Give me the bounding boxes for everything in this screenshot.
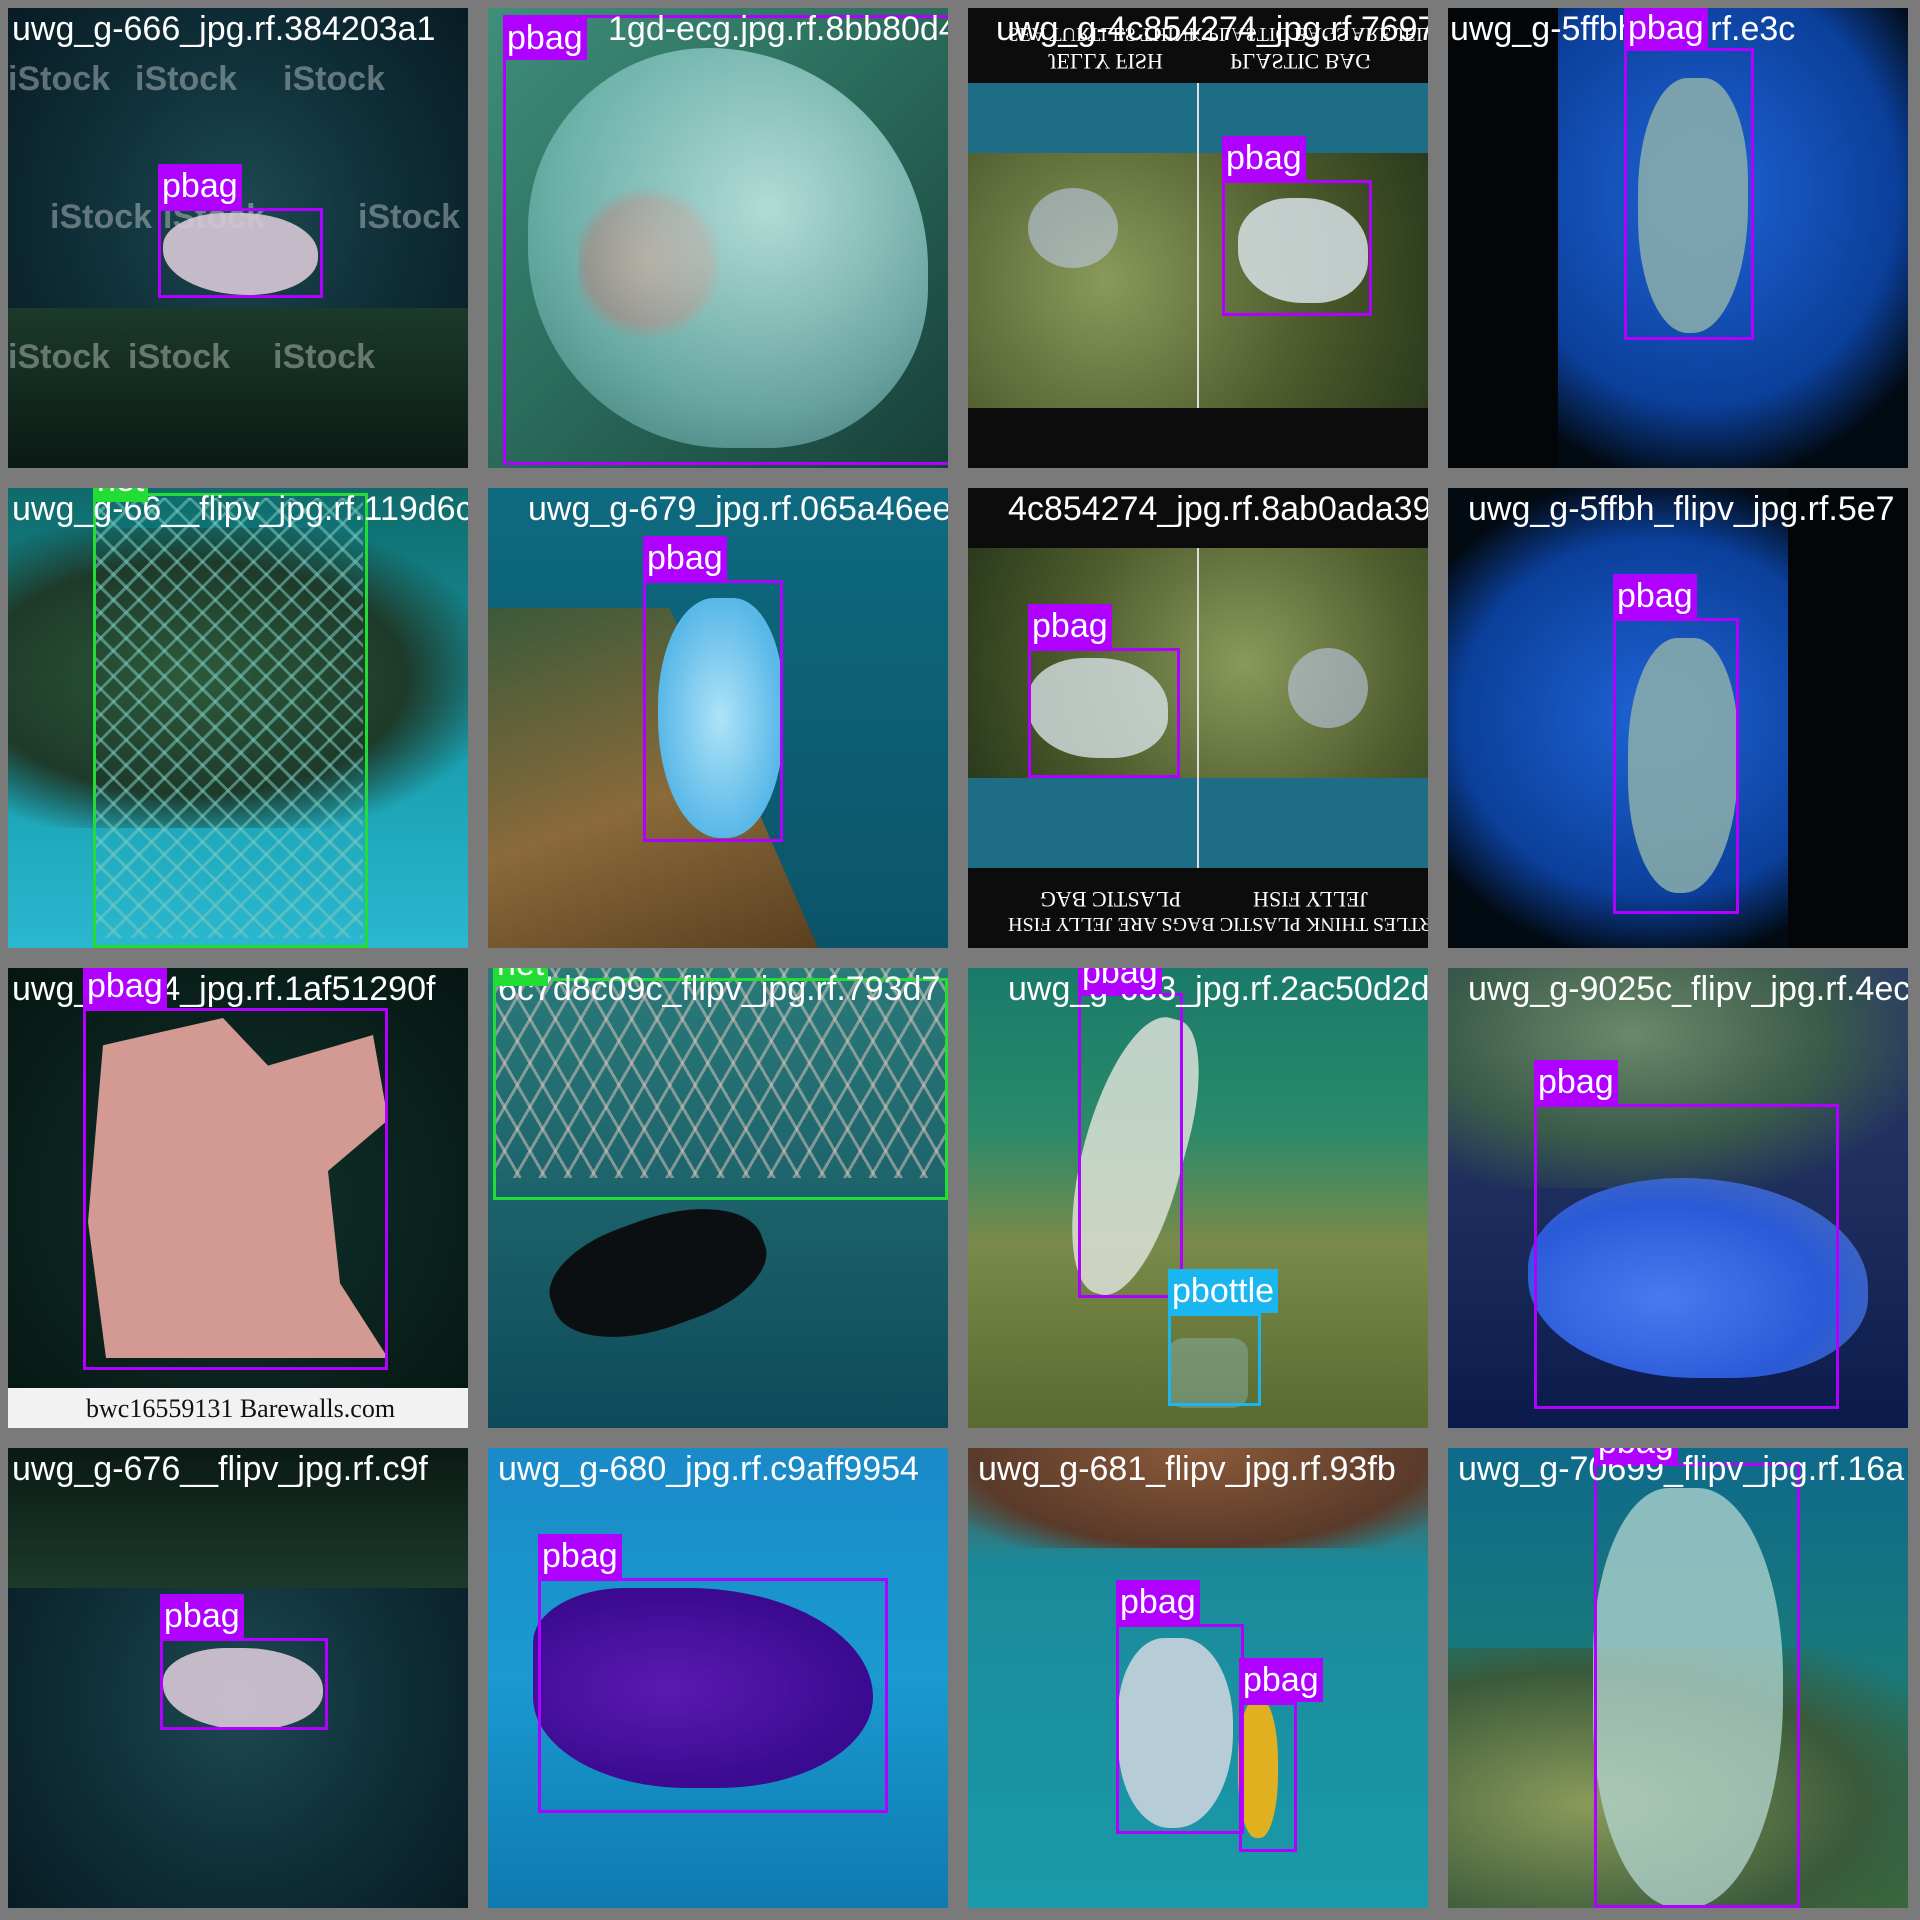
image-tile: iStock iStock iStock iStock iStock iStoc… [8,8,468,468]
image-tile: bwc16559131 Barewalls.com pbag uwg_g-674… [8,968,468,1428]
filename-label: uwg_g-681_flipv_jpg.rf.93fb [978,1450,1396,1488]
net-bounding-box [493,978,948,1200]
image-tile: net 6c7d8c09c_flipv_jpg.rf.793d7 [488,968,948,1428]
image-tile: PLASTIC BAG JELLY FISH SEA TURTLES THINK… [968,8,1428,468]
filename-label: uwg_g-683_jpg.rf.2ac50d2d [1008,970,1428,1008]
filename-label: uwg_g-4c854274_jpg.rf.76970c15f98 [996,10,1428,48]
filename-label: uwg_g-674_jpg.rf.1af51290f [12,970,436,1008]
filename-label: uwg_g-5ffbh_flipv_jpg.rf.5e7 [1468,490,1895,528]
pbag-bounding-box [1239,1702,1297,1852]
class-label: pbag [1594,1448,1678,1464]
dark-rock-right [1788,488,1908,948]
pbag-bounding-box [1078,993,1183,1298]
watermark-text: iStock [283,60,386,98]
image-tile: pbag uwg_g-5ffbh_flipv_jpg.rf.5e7 [1448,488,1908,948]
pbag-bounding-box [503,15,948,465]
pbag-bounding-box [1116,1624,1244,1834]
dark-rock-left [1448,8,1558,468]
algae-bottom [8,308,468,468]
image-tile: PLASTIC BAG JELLY FISH SEA TURTLES THINK… [968,488,1428,948]
image-tile: pbag uwg_g-5ffbh_jpg.rf.e3c [1448,8,1908,468]
pbag-bounding-box [1624,48,1754,340]
caption-text: bwc16559131 Barewalls.com [86,1394,396,1423]
watermark-text: iStock [358,198,461,236]
class-label: pbag [1534,1060,1618,1104]
jellyfish-shape [1028,188,1118,268]
image-tile: pbag uwg_g-70699_flipv_jpg.rf.16a [1448,1448,1908,1908]
filename-label: uwg_g-9025c_flipv_jpg.rf.4ec [1468,970,1908,1008]
filename-label: 4c854274_jpg.rf.8ab0ada3988a0f2 [1008,490,1428,528]
pbag-bounding-box [1534,1104,1839,1409]
divider-line [1197,548,1199,868]
class-label: pbag [1624,8,1708,50]
image-tile: pbag pbag uwg_g-681_flipv_jpg.rf.93fb [968,1448,1428,1908]
watermark-text: iStock [8,60,111,98]
image-tile: pbag uwg_g-9025c_flipv_jpg.rf.4ec [1448,968,1908,1428]
class-label: net [493,968,549,986]
caption-text: PLASTIC BAG [1230,49,1372,74]
image-tile: pbag uwg_g-676__flipv_jpg.rf.c9f [8,1448,468,1908]
image-tile: pbag uwg_g-680_jpg.rf.c9aff9954 [488,1448,948,1908]
class-label: pbottle [1168,1269,1279,1313]
class-label: pbag [1222,136,1306,180]
class-label: pbag [1116,1580,1200,1624]
watermark-text: iStock [50,198,153,236]
image-tile: pbag uwg_g-679_jpg.rf.065a46eeb0231 [488,488,948,948]
watermark-text: iStock [135,60,238,98]
class-label: pbag [503,16,587,60]
image-tile: pbag pbottle uwg_g-683_jpg.rf.2ac50d2d [968,968,1428,1428]
image-tile: net uwg_g-66__flipv_jpg.rf.119d6c7afde [8,488,468,948]
caption-text: SEA TURTLES THINK PLASTIC BAGS ARE JELLY… [1008,913,1428,935]
watermark-text: iStock [128,338,231,376]
pbag-bounding-box [83,1008,388,1370]
divider-line [1197,83,1199,408]
pbag-bounding-box [158,208,323,298]
filename-label: 6c7d8c09c_flipv_jpg.rf.793d7 [498,970,941,1008]
class-label: pbag [643,536,727,580]
class-label: pbag [158,164,242,208]
pbag-bounding-box [538,1578,888,1813]
class-label: net [93,488,149,502]
class-label: pbag [83,968,167,1008]
filename-label: uwg_g-676__flipv_jpg.rf.c9f [12,1450,428,1488]
class-label: pbag [538,1534,622,1578]
pbag-bounding-box [160,1638,328,1730]
filename-label: uwg_g-666_jpg.rf.384203a1 [12,10,436,48]
caption-text: JELLY FISH [1253,887,1368,912]
filename-label: uwg_g-679_jpg.rf.065a46eeb0231 [528,490,948,528]
filename-label: uwg_g-70699_flipv_jpg.rf.16a [1458,1450,1905,1488]
class-label: pbag [1078,968,1162,994]
image-tile: pbag 1gd-ecg.jpg.rf.8bb80d49 [488,8,948,468]
pbag-bounding-box [1222,180,1372,316]
caption-text: JELLY FISH [1048,49,1163,74]
pbag-bounding-box [1028,648,1180,778]
class-label: pbag [160,1594,244,1638]
filename-label: 1gd-ecg.jpg.rf.8bb80d49 [608,10,948,48]
pbag-bounding-box [1613,618,1739,914]
caption-text: PLASTIC BAG [1040,887,1182,912]
pbag-bounding-box [643,580,783,842]
jellyfish-shape [1288,648,1368,728]
filename-label: uwg_g-680_jpg.rf.c9aff9954 [498,1450,919,1488]
filename-label: uwg_g-66__flipv_jpg.rf.119d6c7afde [12,490,468,528]
watermark-text: iStock [273,338,376,376]
class-label: pbag [1028,604,1112,648]
class-label: pbag [1239,1658,1323,1702]
watermark-text: iStock [8,338,111,376]
class-label: pbag [1613,574,1697,618]
filename-label: uwg_g-5ffbh_jpg.rf.e3c [1450,10,1796,48]
pbag-bounding-box [1594,1463,1800,1908]
pbottle-bounding-box [1168,1313,1261,1406]
net-bounding-box [93,493,368,948]
